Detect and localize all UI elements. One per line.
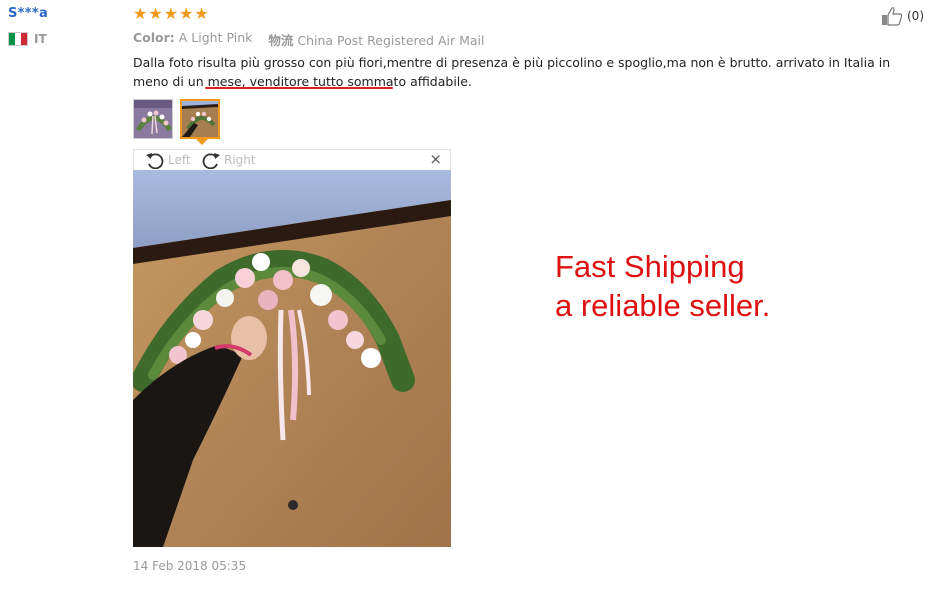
shipping-method: 物流 China Post Registered Air Mail — [268, 30, 484, 49]
rotate-right-button[interactable]: Right — [200, 151, 256, 169]
red-underline-annotation — [205, 87, 393, 89]
close-viewer-button[interactable]: × — [429, 150, 442, 168]
review-photo — [133, 170, 451, 547]
star-icon: ★ — [163, 4, 179, 23]
product-color: Color: A Light Pink — [133, 30, 252, 49]
review-meta: Color: A Light Pink 物流 China Post Regist… — [133, 30, 485, 49]
review-text: Dalla foto risulta più grosso con più fi… — [133, 55, 891, 89]
rotate-right-label: Right — [224, 153, 256, 167]
rotate-left-icon — [146, 153, 164, 169]
review-image-thumbnail-selected[interactable] — [180, 99, 220, 139]
flower-arch-thumbnail-image — [134, 100, 172, 138]
image-viewer-toolbar: Left Right × — [133, 149, 451, 170]
rotate-left-label: Left — [168, 153, 191, 167]
review-date: 14 Feb 2018 05:35 — [133, 559, 247, 573]
handwritten-annotation: Fast Shipping a reliable seller. — [555, 247, 770, 325]
color-value: A Light Pink — [178, 30, 253, 45]
star-rating: ★ ★ ★ ★ ★ — [133, 6, 209, 22]
rotate-left-button[interactable]: Left — [144, 151, 191, 169]
selected-thumbnail-pointer — [196, 139, 208, 145]
thumbs-up-icon — [882, 7, 903, 26]
color-label: Color: — [133, 30, 175, 45]
annotation-line-1: Fast Shipping — [555, 249, 745, 284]
star-icon: ★ — [148, 4, 163, 23]
star-icon: ★ — [194, 4, 209, 23]
flower-arch-thumbnail-image — [182, 101, 218, 137]
flower-arch-photo — [133, 170, 451, 547]
annotation-line-2: a reliable seller. — [555, 288, 771, 323]
reviewer-country: IT — [8, 32, 47, 46]
star-icon: ★ — [133, 4, 148, 23]
reviewer-name[interactable]: S***a — [8, 6, 48, 21]
shipping-value: China Post Registered Air Mail — [297, 33, 485, 48]
helpful-count: (0) — [907, 9, 924, 23]
italy-flag-icon — [8, 32, 28, 46]
rotate-right-icon — [202, 153, 220, 169]
helpful-button[interactable]: (0) — [881, 6, 924, 26]
shipping-label: 物流 — [268, 33, 294, 48]
star-icon: ★ — [179, 4, 194, 23]
country-code: IT — [34, 32, 47, 46]
review-image-thumbnail[interactable] — [133, 99, 173, 139]
